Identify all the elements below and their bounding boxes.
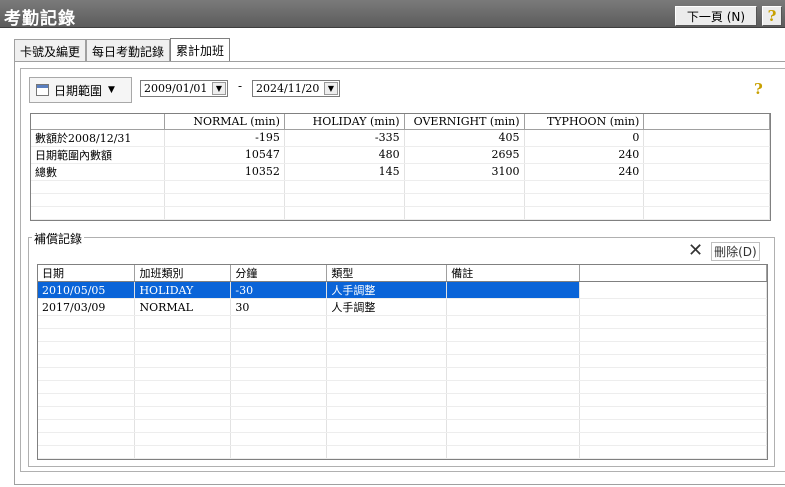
column-header-filler [643, 114, 770, 130]
table-row-selected[interactable]: 2010/05/05 HOLIDAY -30 人手調整 [38, 281, 767, 299]
filler-cell [579, 298, 767, 316]
empty-row [31, 180, 770, 194]
empty-row [38, 380, 767, 394]
typhoon-cell: 240 [524, 146, 645, 164]
column-header-normal[interactable]: NORMAL (min) [164, 114, 285, 130]
tab-strip: 卡號及編更 每日考勤記錄 累計加班 [14, 38, 231, 62]
empty-row [38, 432, 767, 446]
holiday-cell: 480 [284, 146, 405, 164]
table-row[interactable]: 2017/03/09 NORMAL 30 人手調整 [38, 298, 767, 316]
overtime-summary-table[interactable]: NORMAL (min) HOLIDAY (min) OVERNIGHT (mi… [30, 113, 771, 221]
calendar-icon [36, 84, 49, 96]
date-from-field[interactable]: 2009/01/01 ▼ [140, 80, 228, 97]
row-label: 數額於2008/12/31 [31, 129, 166, 147]
empty-row [31, 219, 770, 220]
type-cell: 人手調整 [326, 281, 448, 299]
tab-accumulated-overtime[interactable]: 累計加班 [170, 38, 231, 62]
column-header-category[interactable]: 加班類別 [134, 265, 232, 282]
table-row[interactable]: 數額於2008/12/31 -195 -335 405 0 [31, 129, 770, 147]
date-to-dropdown-icon[interactable]: ▼ [324, 82, 338, 95]
empty-row [38, 341, 767, 355]
empty-row [38, 328, 767, 342]
normal-cell: 10547 [164, 146, 285, 164]
minutes-cell: 30 [230, 298, 328, 316]
normal-cell: -195 [164, 129, 285, 147]
empty-row [38, 406, 767, 420]
overnight-cell: 2695 [404, 146, 525, 164]
date-separator: - [238, 79, 243, 93]
category-cell: HOLIDAY [134, 281, 232, 299]
tab-card-shift[interactable]: 卡號及編更 [14, 39, 87, 62]
window-title: 考勤記錄 [4, 9, 76, 29]
row-label: 總數 [31, 163, 166, 181]
filler-cell [643, 129, 770, 147]
empty-row [38, 445, 767, 459]
row-label: 日期範圍內數額 [31, 146, 166, 164]
filler-cell [643, 163, 770, 181]
empty-row [38, 393, 767, 407]
type-cell: 人手調整 [326, 298, 448, 316]
tab-daily-attendance[interactable]: 每日考勤記錄 [86, 39, 171, 62]
date-range-label: 日期範圍 [54, 83, 103, 98]
column-header-overnight[interactable]: OVERNIGHT (min) [404, 114, 525, 130]
date-cell: 2017/03/09 [38, 298, 136, 316]
title-bar: 考勤記錄 下一頁 (N) ? [0, 0, 785, 29]
date-cell: 2010/05/05 [38, 281, 136, 299]
date-range-button[interactable]: 日期範圍 ▼ [29, 77, 132, 103]
compensation-records-label: 補償記錄 [32, 230, 85, 247]
help-icon[interactable]: ? [762, 6, 782, 26]
empty-row [38, 419, 767, 433]
column-header-minutes[interactable]: 分鐘 [230, 265, 328, 282]
overnight-cell: 3100 [404, 163, 525, 181]
holiday-cell: -335 [284, 129, 405, 147]
holiday-cell: 145 [284, 163, 405, 181]
summary-header-row: NORMAL (min) HOLIDAY (min) OVERNIGHT (mi… [31, 114, 770, 130]
filler-cell [579, 281, 767, 299]
filler-cell [643, 146, 770, 164]
column-header-type[interactable]: 類型 [326, 265, 448, 282]
column-header-typhoon[interactable]: TYPHOON (min) [524, 114, 645, 130]
minutes-cell: -30 [230, 281, 328, 299]
empty-row [38, 367, 767, 381]
next-page-button[interactable]: 下一頁 (N) [675, 6, 757, 26]
delete-button[interactable]: ✕ 刪除(D) [688, 241, 767, 261]
column-header[interactable] [31, 114, 166, 130]
column-header-note[interactable]: 備註 [446, 265, 581, 282]
close-icon: ✕ [688, 240, 704, 261]
empty-row [31, 206, 770, 220]
column-header-date[interactable]: 日期 [38, 265, 136, 282]
date-to-field[interactable]: 2024/11/20 ▼ [252, 80, 340, 97]
empty-row [38, 354, 767, 368]
help-icon[interactable]: ? [754, 80, 763, 98]
column-header-holiday[interactable]: HOLIDAY (min) [284, 114, 405, 130]
table-row[interactable]: 總數 10352 145 3100 240 [31, 163, 770, 181]
compensation-records-table[interactable]: 日期 加班類別 分鐘 類型 備註 2010/05/05 HOLIDAY -30 … [37, 264, 768, 460]
date-to-value: 2024/11/20 [256, 82, 320, 95]
table-row[interactable]: 日期範圍內數額 10547 480 2695 240 [31, 146, 770, 164]
typhoon-cell: 0 [524, 129, 645, 147]
note-cell [446, 281, 581, 299]
empty-row [38, 315, 767, 329]
date-from-value: 2009/01/01 [144, 82, 208, 95]
typhoon-cell: 240 [524, 163, 645, 181]
empty-row [31, 193, 770, 207]
dropdown-arrow-icon: ▼ [108, 85, 115, 95]
category-cell: NORMAL [134, 298, 232, 316]
column-header-filler [579, 265, 767, 282]
overnight-cell: 405 [404, 129, 525, 147]
normal-cell: 10352 [164, 163, 285, 181]
note-cell [446, 298, 581, 316]
date-from-dropdown-icon[interactable]: ▼ [212, 82, 226, 95]
records-header-row: 日期 加班類別 分鐘 類型 備註 [38, 265, 767, 282]
delete-label: 刪除(D) [711, 241, 760, 261]
